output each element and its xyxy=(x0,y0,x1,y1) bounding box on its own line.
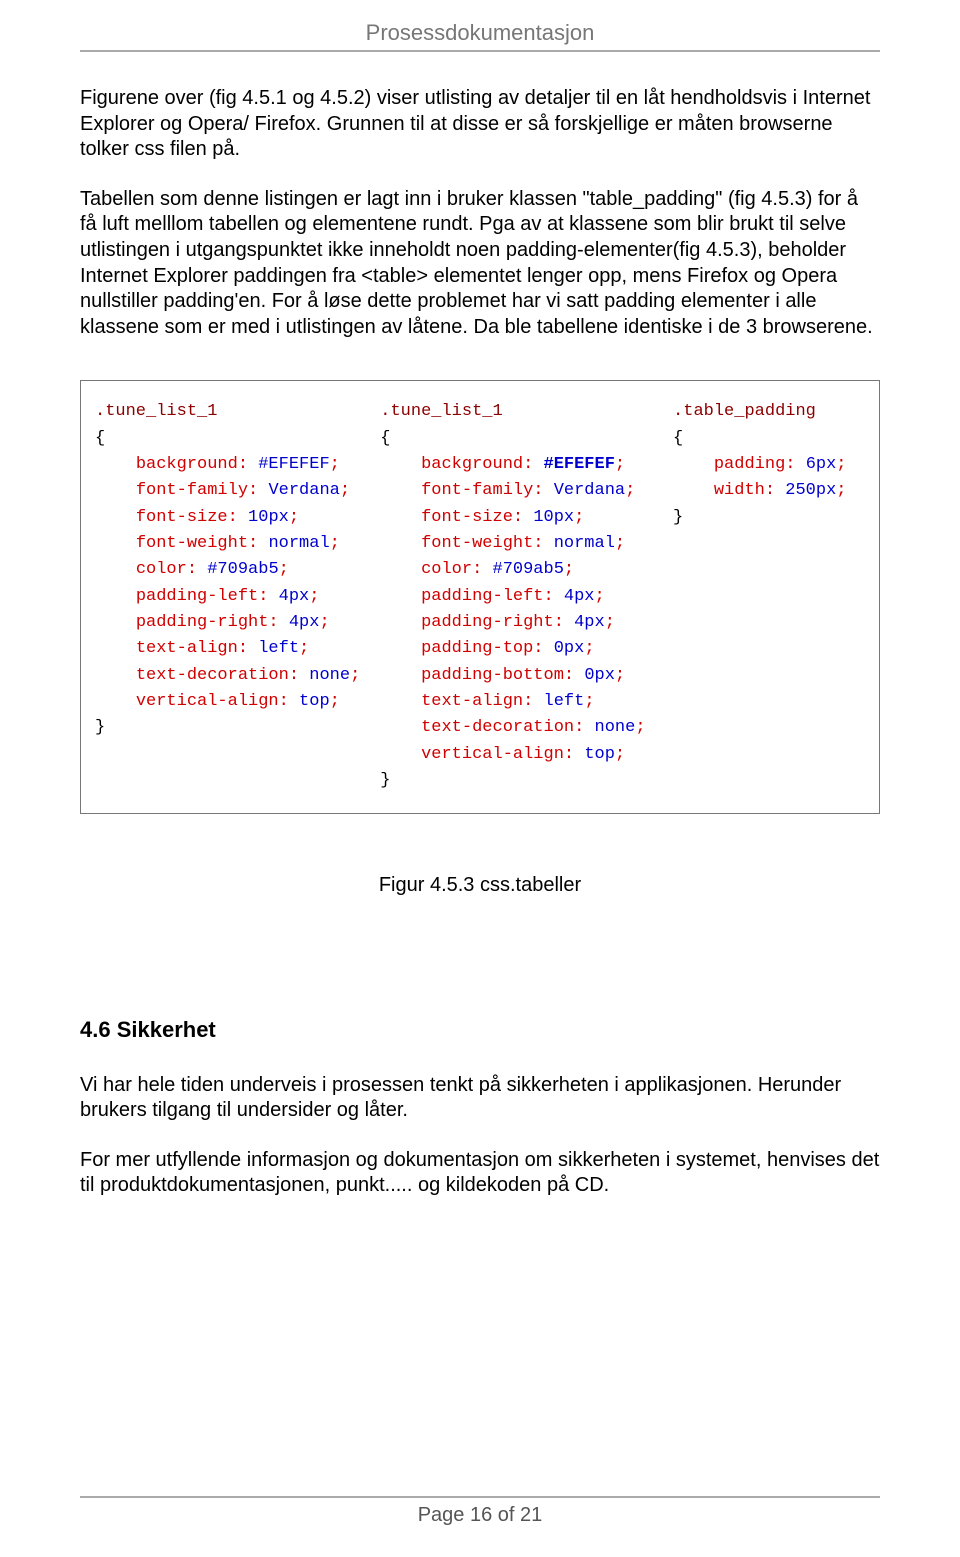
code-column-1: .tune_list_1 { background: #EFEFEF; font… xyxy=(95,399,360,794)
footer-divider xyxy=(80,1496,880,1498)
footer: Page 16 of 21 xyxy=(80,1496,880,1527)
document-title: Prosessdokumentasjon xyxy=(80,20,880,46)
figure-caption: Figur 4.5.3 css.tabeller xyxy=(80,874,880,897)
code-column-2: .tune_list_1 { background: #EFEFEF; font… xyxy=(380,399,653,794)
paragraph-2: Tabellen som denne listingen er lagt inn… xyxy=(80,187,880,341)
page: Prosessdokumentasjon Figurene over (fig … xyxy=(0,0,960,1557)
code-box: .tune_list_1 { background: #EFEFEF; font… xyxy=(80,380,880,813)
section-paragraph-1: Vi har hele tiden underveis i prosessen … xyxy=(80,1073,880,1124)
header-divider xyxy=(80,50,880,52)
code-column-3: .table_padding { padding: 6px; width: 25… xyxy=(673,399,865,794)
paragraph-1: Figurene over (fig 4.5.1 og 4.5.2) viser… xyxy=(80,86,880,163)
section-heading: 4.6 Sikkerhet xyxy=(80,1017,880,1043)
section-paragraph-2: For mer utfyllende informasjon og dokume… xyxy=(80,1148,880,1199)
page-number: Page 16 of 21 xyxy=(80,1504,880,1527)
